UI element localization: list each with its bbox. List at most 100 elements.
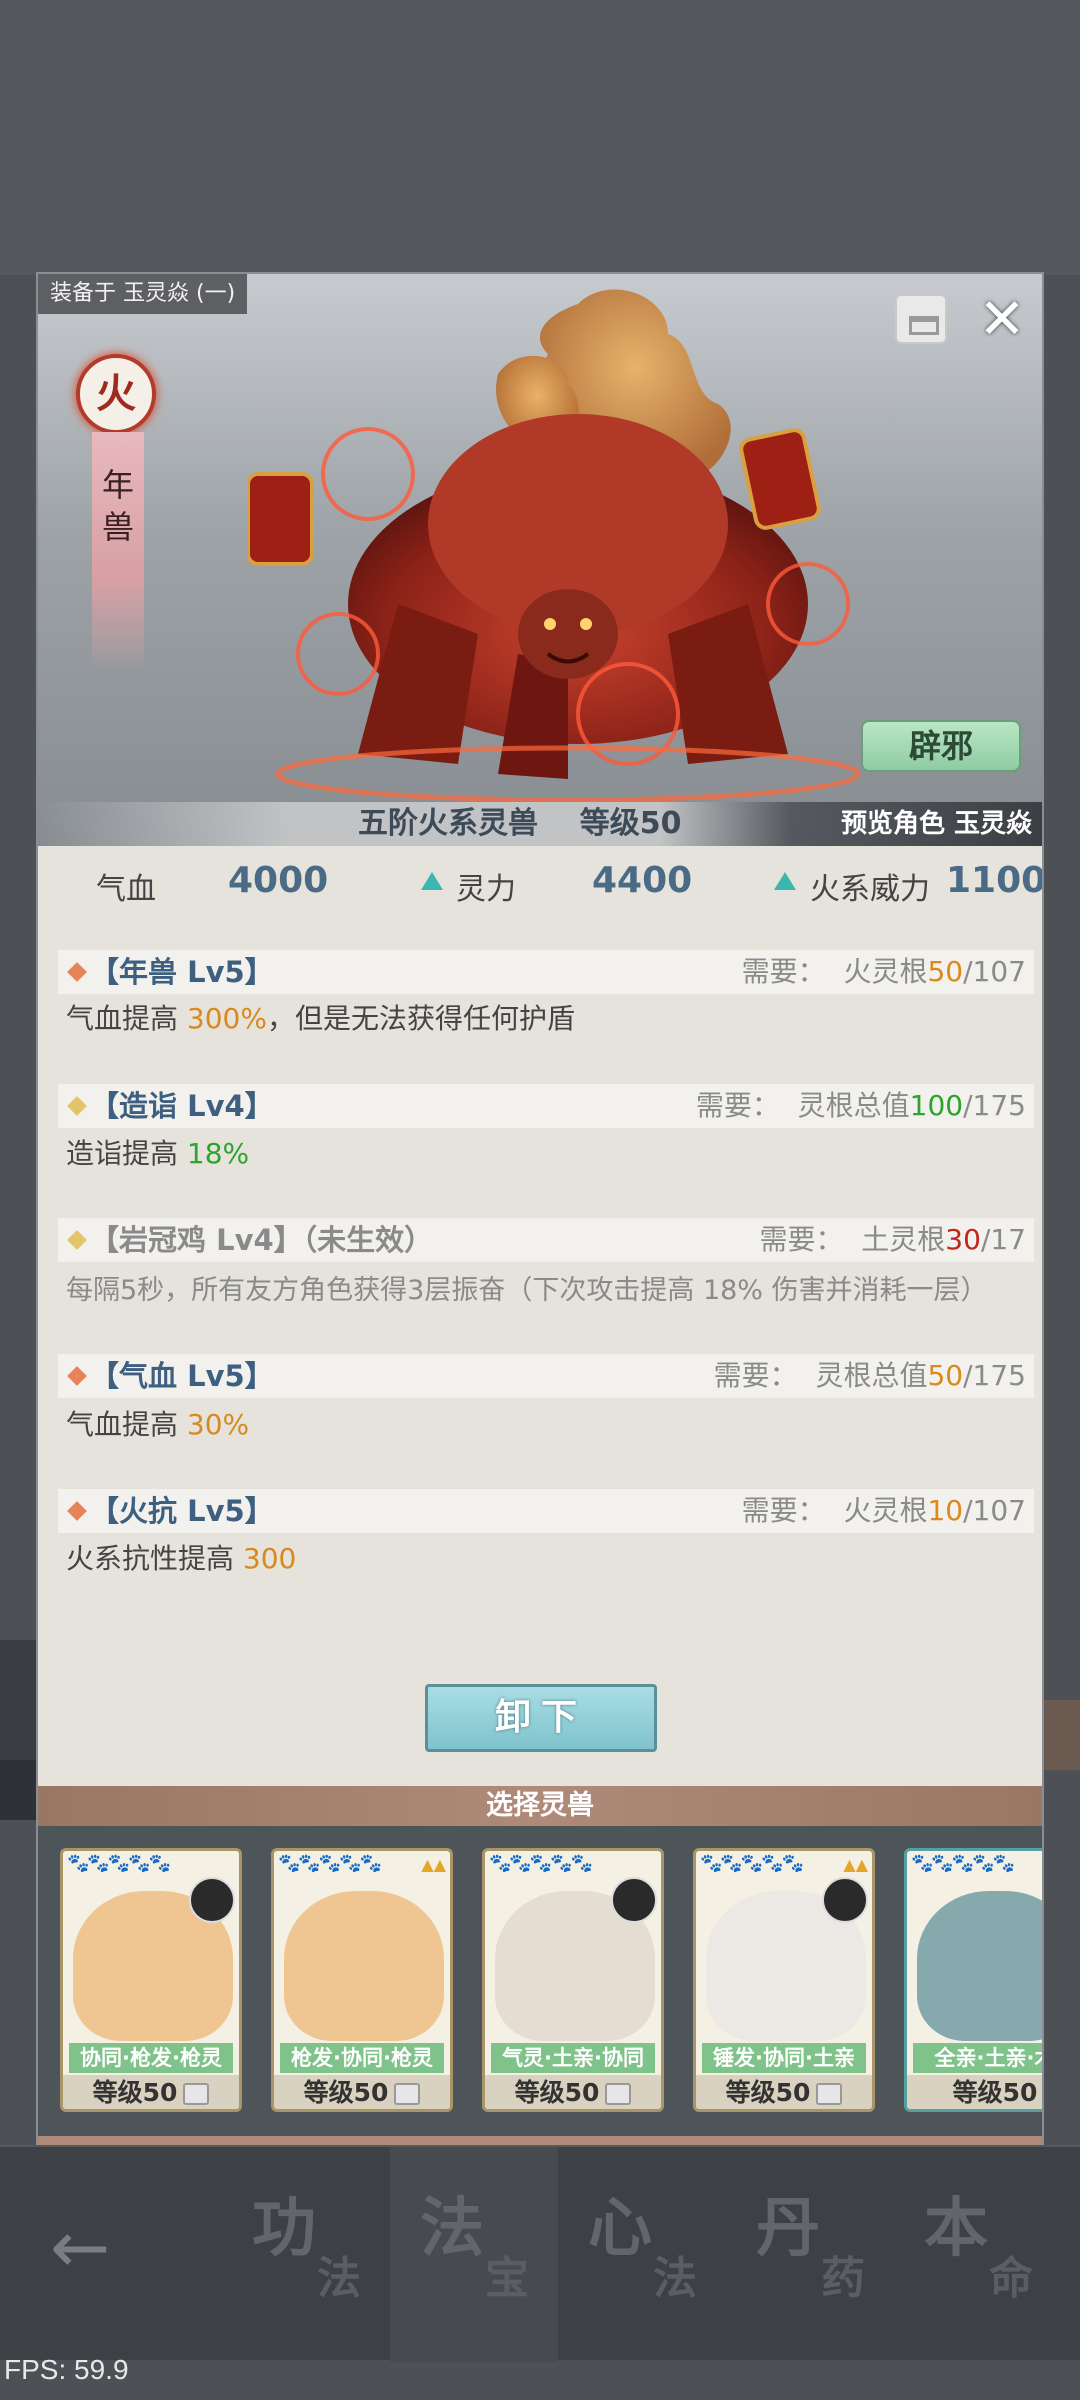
skill-header: 【气血 Lv5】 需要： 灵根总值50/175 <box>58 1354 1034 1398</box>
skill-requirement: 需要： 灵根总值50/175 <box>713 1359 1026 1392</box>
bag-icon <box>605 2083 632 2105</box>
paw-stars-icon: 🐾🐾🐾🐾🐾 <box>278 1853 382 1874</box>
skill-title: 【火抗 Lv5】 <box>90 1494 274 1528</box>
bag-icon <box>394 2083 421 2105</box>
nav-item-small-label: 法 <box>317 2253 361 2304</box>
bixie-button[interactable]: 辟邪 <box>861 720 1021 772</box>
skill-header: 【年兽 Lv5】 需要： 火灵根50/107 <box>58 950 1034 994</box>
nav-item-xinfa[interactable]: 心 法 <box>558 2147 726 2362</box>
beast-card[interactable]: 🐾🐾🐾🐾🐾 协同·枪发·枪灵 等级50 <box>60 1848 242 2112</box>
unequip-button[interactable]: 卸下 <box>425 1684 657 1752</box>
diamond-icon <box>67 1096 87 1116</box>
background-panel-left-2 <box>0 1760 36 1820</box>
paw-stars-icon: 🐾🐾🐾🐾🐾 <box>911 1853 1015 1874</box>
nav-item-gongfa[interactable]: 功 法 <box>222 2147 390 2362</box>
background-panel-left <box>0 1640 36 1760</box>
skill-description: 火系抗性提高 300 <box>66 1542 297 1575</box>
skill-requirement: 需要： 火灵根50/107 <box>741 955 1026 988</box>
skill-header: 【造诣 Lv4】 需要： 灵根总值100/175 <box>58 1084 1034 1128</box>
beast-name: 年兽 <box>101 466 134 546</box>
paw-stars-icon: 🐾🐾🐾🐾🐾 <box>700 1853 804 1874</box>
diamond-icon <box>67 962 87 982</box>
preview-role-text: 预览角色 玉灵焱 <box>840 809 1032 839</box>
skill-requirement: 需要： 火灵根10/107 <box>741 1494 1026 1527</box>
up-triangle-icon <box>421 872 443 890</box>
skill-description: 造诣提高 18% <box>66 1137 250 1170</box>
beast-card-list[interactable]: 🐾🐾🐾🐾🐾 协同·枪发·枪灵 等级50 🐾🐾🐾🐾🐾 ▲▲ 枪发·协同·枪灵 等级… <box>38 1826 1042 2136</box>
beast-card-level: 等级50 <box>485 2075 661 2109</box>
beast-card[interactable]: 🐾🐾🐾🐾🐾 ▲▲ 枪发·协同·枪灵 等级50 <box>271 1848 453 2112</box>
diamond-icon <box>67 1230 87 1250</box>
bag-button[interactable] <box>895 294 947 344</box>
back-arrow-icon[interactable]: ← <box>50 2207 140 2287</box>
nav-item-big-label: 心 <box>588 2191 652 2266</box>
beast-card-tags: 气灵·土亲·协同 <box>491 2043 655 2073</box>
spirit-label: 灵力 <box>456 872 516 907</box>
beast-portrait <box>917 1891 1042 2041</box>
skill-title: 【年兽 Lv5】 <box>90 955 274 989</box>
skill-title: 【造诣 Lv4】 <box>90 1089 274 1123</box>
close-icon[interactable]: ✕ <box>978 292 1026 348</box>
hp-label: 气血 <box>96 872 156 907</box>
skill-description: 每隔5秒，所有友方角色获得3层振奋（下次攻击提高 18% 伤害并消耗一层） <box>66 1275 988 1306</box>
beast-card[interactable]: 🐾🐾🐾🐾🐾 全亲·土亲·木 等级50 <box>904 1848 1042 2112</box>
beast-illustration <box>248 289 861 803</box>
skill-requirement: 需要： 土灵根30/17 <box>759 1223 1026 1256</box>
equipped-on-label: 装备于 玉灵焱 (一) <box>38 274 248 314</box>
beast-hero-panel: 装备于 玉灵焱 (一) 火 年兽 ✕ 辟邪 五阶火系灵兽 等级50 预览角色 玉… <box>38 274 1042 846</box>
skill-title: 【岩冠鸡 Lv4】（未生效） <box>90 1223 434 1257</box>
beast-card-tags: 枪发·协同·枪灵 <box>280 2043 444 2073</box>
bag-icon <box>816 2083 843 2105</box>
tier-level-text: 五阶火系灵兽 等级50 <box>358 806 682 841</box>
background-panel-right <box>1044 1700 1080 1770</box>
beast-card[interactable]: 🐾🐾🐾🐾🐾 气灵·土亲·协同 等级50 <box>482 1848 664 2112</box>
owner-avatar <box>822 1877 868 1923</box>
select-beast-header: 选择灵兽 <box>38 1786 1042 1826</box>
nav-item-benming[interactable]: 本 命 <box>894 2147 1074 2362</box>
nav-item-small-label: 命 <box>989 2253 1033 2304</box>
fire-power-value: 1100 <box>946 860 1044 901</box>
nav-item-big-label: 法 <box>420 2191 484 2266</box>
up-triangle-icon <box>774 872 796 890</box>
triangle-rank-icon: ▲▲ <box>421 1855 446 1874</box>
skill-header: 【岩冠鸡 Lv4】（未生效） 需要： 土灵根30/17 <box>58 1218 1034 1262</box>
beast-detail-modal: 装备于 玉灵焱 (一) 火 年兽 ✕ 辟邪 五阶火系灵兽 等级50 预览角色 玉… <box>36 272 1044 2152</box>
nav-item-small-label: 药 <box>821 2253 865 2304</box>
beast-card-level: 等级50 <box>696 2075 872 2109</box>
spirit-value: 4400 <box>592 860 693 901</box>
nav-item-big-label: 功 <box>252 2191 316 2266</box>
bottom-nav: ← 功 法 法 宝 心 法 丹 药 本 命 <box>0 2145 1080 2362</box>
nav-item-small-label: 宝 <box>485 2253 529 2304</box>
stats-row: 气血 4000 灵力 4400 火系威力 1100 <box>38 846 1042 924</box>
hp-value: 4000 <box>228 860 329 901</box>
skill-requirement: 需要： 灵根总值100/175 <box>695 1089 1026 1122</box>
nav-item-danyao[interactable]: 丹 药 <box>726 2147 894 2362</box>
owner-avatar <box>611 1877 657 1923</box>
beast-card[interactable]: 🐾🐾🐾🐾🐾 ▲▲ 锤发·协同·土亲 等级50 <box>693 1848 875 2112</box>
diamond-icon <box>67 1366 87 1386</box>
beast-card-tags: 锤发·协同·土亲 <box>702 2043 866 2073</box>
skill-title: 【气血 Lv5】 <box>90 1359 274 1393</box>
fire-power-label: 火系威力 <box>810 872 930 907</box>
owner-avatar <box>189 1877 235 1923</box>
beast-portrait <box>284 1891 444 2041</box>
beast-card-tags: 全亲·土亲·木 <box>913 2043 1042 2073</box>
diamond-icon <box>67 1501 87 1521</box>
skill-description: 气血提高 30% <box>66 1408 250 1441</box>
paw-stars-icon: 🐾🐾🐾🐾🐾 <box>67 1853 171 1874</box>
skill-description: 气血提高 300%，但是无法获得任何护盾 <box>66 1002 575 1035</box>
beast-card-level: 等级50 <box>63 2075 239 2109</box>
nav-item-small-label: 法 <box>653 2253 697 2304</box>
nav-item-fabao[interactable]: 法 宝 <box>390 2147 558 2362</box>
skill-header: 【火抗 Lv5】 需要： 火灵根10/107 <box>58 1489 1034 1533</box>
beast-card-level: 等级50 <box>907 2075 1042 2109</box>
beast-name-ribbon: 年兽 <box>92 432 144 672</box>
bag-icon <box>183 2083 210 2105</box>
fire-element-badge: 火 <box>76 354 156 434</box>
nav-item-big-label: 本 <box>924 2191 988 2266</box>
paw-stars-icon: 🐾🐾🐾🐾🐾 <box>489 1853 593 1874</box>
tier-info-bar: 五阶火系灵兽 等级50 预览角色 玉灵焱 <box>38 802 1042 846</box>
beast-card-level: 等级50 <box>274 2075 450 2109</box>
background-top <box>0 0 1080 275</box>
triangle-rank-icon: ▲▲ <box>843 1855 868 1874</box>
